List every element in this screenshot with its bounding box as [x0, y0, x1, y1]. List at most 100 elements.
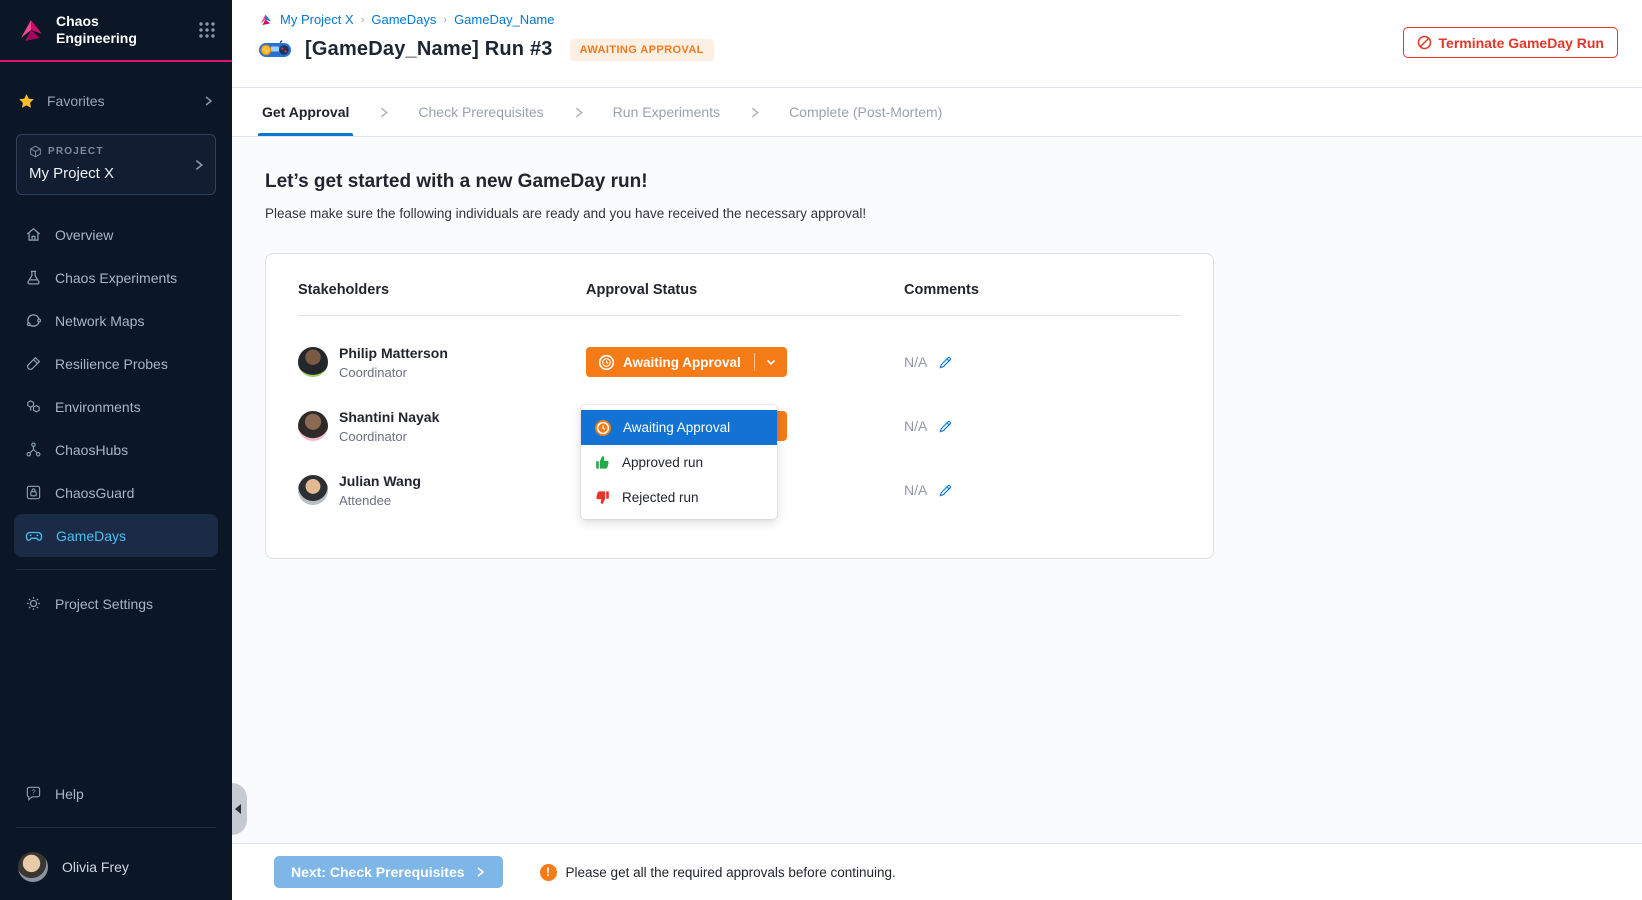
project-name: My Project X — [29, 165, 189, 182]
awaiting-clock-icon — [594, 419, 612, 437]
stakeholder-role: Coordinator — [339, 365, 448, 380]
tab-get-approval[interactable]: Get Approval — [258, 88, 353, 136]
sidebar-item-resilience-probes[interactable]: Resilience Probes — [14, 342, 218, 385]
stakeholder-avatar — [298, 411, 328, 441]
breadcrumb-link-project[interactable]: My Project X — [280, 12, 354, 27]
hub-icon — [25, 441, 42, 458]
chevron-down-icon — [755, 347, 787, 377]
step-chevron-icon — [748, 88, 761, 136]
sidebar-nav: Overview Chaos Experiments Network Maps … — [0, 213, 232, 557]
brand-name: Chaos Engineering — [56, 13, 137, 47]
stakeholder-role: Attendee — [339, 493, 421, 508]
stakeholder-name: Shantini Nayak — [339, 409, 439, 425]
table-row: Philip Matterson Coordinator — [298, 330, 1181, 394]
menu-item-approved-run[interactable]: Approved run — [581, 445, 777, 480]
user-avatar — [18, 852, 48, 882]
user-name: Olivia Frey — [62, 859, 129, 875]
stakeholder-avatar — [298, 347, 328, 377]
stakeholder-avatar — [298, 475, 328, 505]
page-title: [GameDay_Name] Run #3 — [305, 38, 553, 61]
approval-status-dropdown-button[interactable]: Awaiting Approval — [586, 347, 787, 377]
project-label: PROJECT — [48, 146, 104, 157]
warning-text: Please get all the required approvals be… — [566, 865, 896, 880]
chevron-right-icon — [474, 866, 486, 878]
sidebar-item-network-maps[interactable]: Network Maps — [14, 299, 218, 342]
tab-run-experiments[interactable]: Run Experiments — [609, 88, 724, 136]
tab-complete-post-mortem[interactable]: Complete (Post-Mortem) — [785, 88, 946, 136]
home-icon — [25, 226, 42, 243]
status-badge: AWAITING APPROVAL — [570, 39, 714, 61]
favorites-row[interactable]: Favorites — [0, 84, 232, 118]
chevron-right-icon — [192, 158, 205, 171]
stakeholders-card: Stakeholders Approval Status Comments Ph… — [265, 253, 1214, 559]
sidebar-item-chaoshubs[interactable]: ChaosHubs — [14, 428, 218, 471]
gear-icon — [25, 595, 42, 612]
cube-icon — [29, 145, 42, 158]
breadcrumb-link-gameday-name[interactable]: GameDay_Name — [454, 12, 554, 27]
step-chevron-icon — [572, 88, 585, 136]
flask-icon — [25, 269, 42, 286]
help-chat-icon: ? — [25, 785, 42, 802]
stakeholder-cell: Philip Matterson Coordinator — [298, 345, 586, 380]
app-grid-icon[interactable] — [198, 21, 216, 39]
favorites-label: Favorites — [47, 93, 105, 109]
edit-comment-icon[interactable] — [938, 483, 953, 498]
comment-cell: N/A — [904, 354, 1181, 370]
next-check-prerequisites-button[interactable]: Next: Check Prerequisites — [274, 856, 503, 888]
content-area: Let’s get started with a new GameDay run… — [232, 137, 1642, 843]
sidebar-divider — [16, 827, 216, 828]
sidebar-item-chaosguard[interactable]: ChaosGuard — [14, 471, 218, 514]
step-chevron-icon — [377, 88, 390, 136]
menu-item-awaiting-approval[interactable]: Awaiting Approval — [581, 410, 777, 445]
content-heading: Let’s get started with a new GameDay run… — [265, 171, 1642, 193]
brand-header: Chaos Engineering — [0, 0, 232, 62]
column-approval-status: Approval Status — [586, 282, 904, 298]
comment-cell: N/A — [904, 418, 1181, 434]
sidebar-item-overview[interactable]: Overview — [14, 213, 218, 256]
comment-value: N/A — [904, 354, 927, 370]
approval-status-menu: Awaiting Approval Approved run Rejected … — [581, 405, 777, 519]
sidebar: Chaos Engineering Favorites PROJECT My P… — [0, 0, 232, 900]
breadcrumb-separator: › — [443, 14, 447, 26]
awaiting-clock-icon — [598, 354, 615, 371]
svg-text:?: ? — [31, 787, 35, 796]
stakeholder-role: Coordinator — [339, 429, 439, 444]
breadcrumb-separator: › — [361, 14, 365, 26]
approval-warning: ! Please get all the required approvals … — [540, 864, 896, 881]
table-header: Stakeholders Approval Status Comments — [298, 282, 1181, 316]
stakeholder-name: Julian Wang — [339, 473, 421, 489]
tab-check-prerequisites[interactable]: Check Prerequisites — [414, 88, 547, 136]
sidebar-divider — [16, 569, 216, 570]
thumbs-up-icon — [594, 454, 611, 471]
project-selector[interactable]: PROJECT My Project X — [16, 134, 216, 195]
probe-icon — [25, 355, 42, 372]
comment-value: N/A — [904, 418, 927, 434]
user-profile[interactable]: Olivia Frey — [0, 840, 232, 900]
sidebar-item-environments[interactable]: Environments — [14, 385, 218, 428]
stakeholder-cell: Shantini Nayak Coordinator — [298, 409, 586, 444]
terminate-gameday-button[interactable]: Terminate GameDay Run — [1403, 27, 1618, 58]
breadcrumb-link-gamedays[interactable]: GameDays — [371, 12, 436, 27]
comment-cell: N/A — [904, 482, 1181, 498]
gamepad-icon — [25, 527, 43, 545]
stakeholder-cell: Julian Wang Attendee — [298, 473, 586, 508]
footer-bar: Next: Check Prerequisites ! Please get a… — [232, 843, 1642, 900]
chevron-right-icon — [202, 95, 214, 107]
network-map-icon — [25, 312, 42, 329]
stakeholder-name: Philip Matterson — [339, 345, 448, 361]
sidebar-item-chaos-experiments[interactable]: Chaos Experiments — [14, 256, 218, 299]
sidebar-collapse-handle[interactable] — [232, 783, 247, 835]
sidebar-item-help[interactable]: ? Help — [14, 772, 218, 815]
edit-comment-icon[interactable] — [938, 419, 953, 434]
breadcrumb: My Project X › GameDays › GameDay_Name — [258, 12, 1618, 27]
sidebar-item-gamedays[interactable]: GameDays — [14, 514, 218, 557]
shield-lock-icon — [25, 484, 42, 501]
breadcrumb-logo-icon — [258, 12, 273, 27]
edit-comment-icon[interactable] — [938, 355, 953, 370]
star-icon — [18, 93, 35, 110]
prohibit-icon — [1417, 35, 1432, 50]
sidebar-item-project-settings[interactable]: Project Settings — [14, 582, 218, 625]
main-area: My Project X › GameDays › GameDay_Name [… — [232, 0, 1642, 900]
menu-item-rejected-run[interactable]: Rejected run — [581, 480, 777, 515]
comment-value: N/A — [904, 482, 927, 498]
